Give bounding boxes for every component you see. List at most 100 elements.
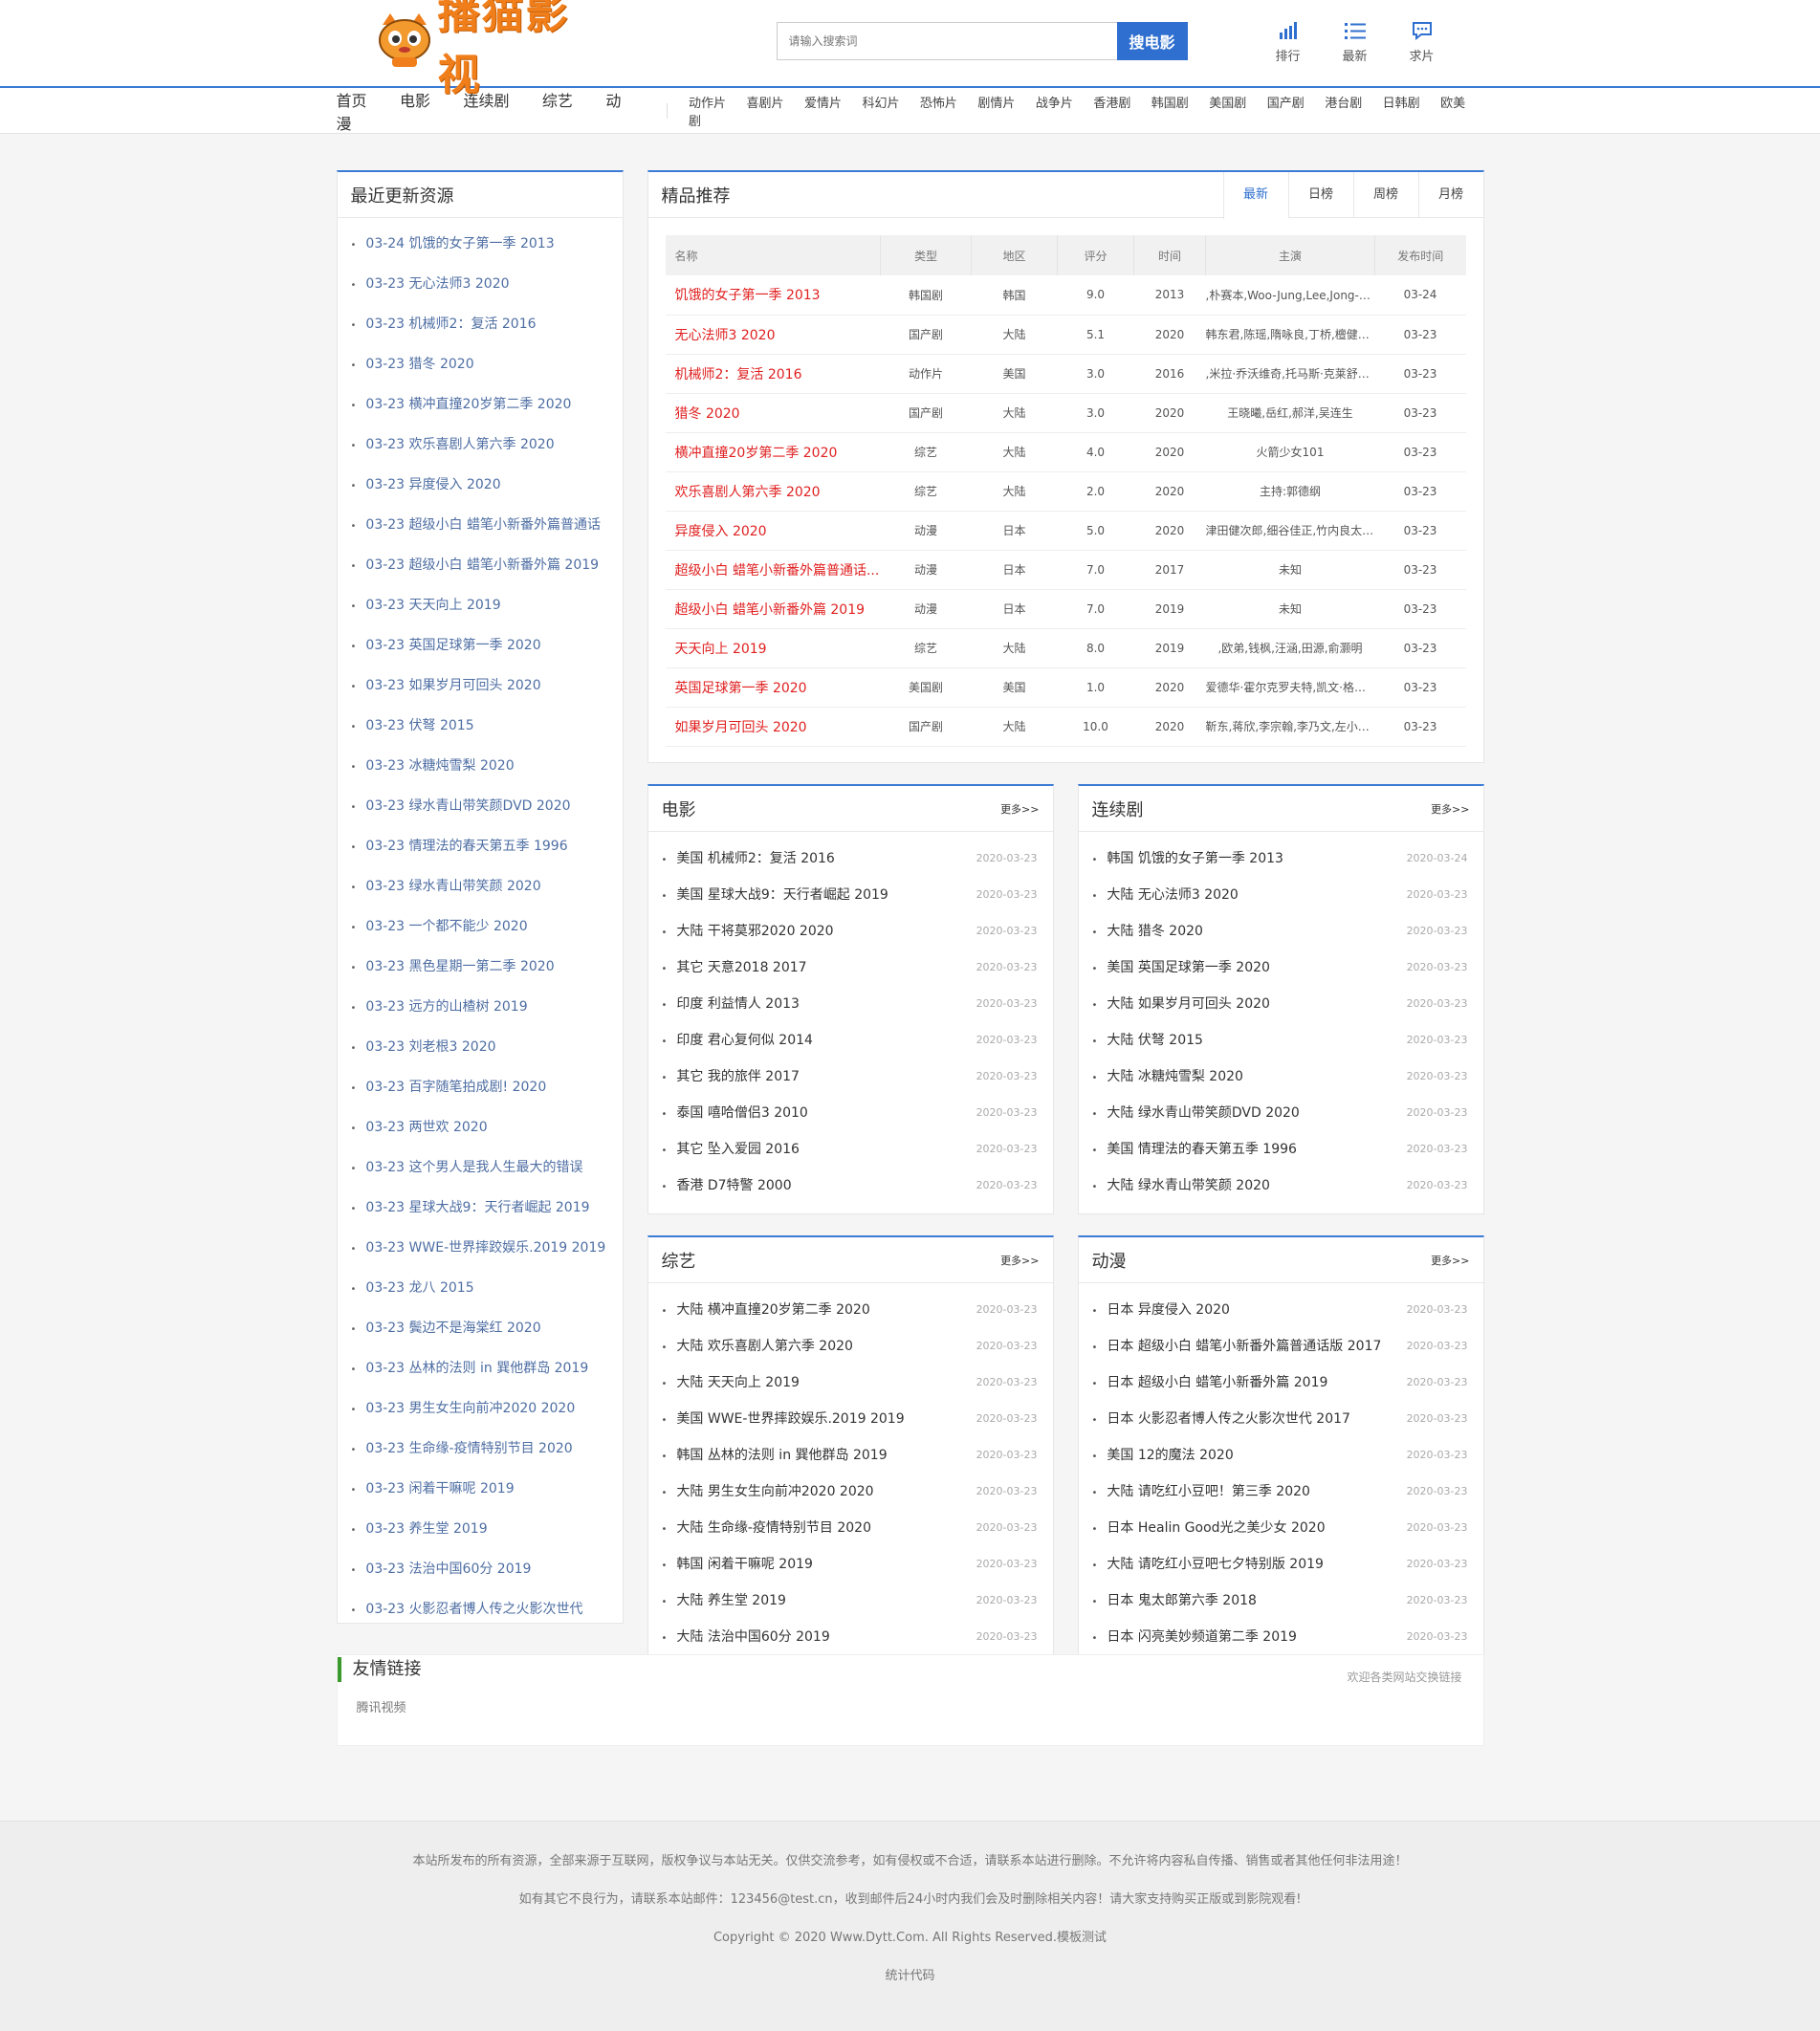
item-title[interactable]: 大陆 无心法师3 2020: [1092, 884, 1238, 904]
recent-item[interactable]: 03-23 绿水青山带笑颜DVD 2020: [351, 786, 623, 826]
list-item[interactable]: 日本 超级小白 蜡笔小新番外篇 2019 2020-03-23: [1092, 1364, 1467, 1400]
nav-cat[interactable]: 港台剧: [1325, 97, 1362, 111]
item-title[interactable]: 大陆 请吃红小豆吧七夕特别版 2019: [1092, 1554, 1324, 1573]
list-item[interactable]: 韩国 丛林的法则 in 巽他群岛 2019 2020-03-23: [662, 1436, 1037, 1473]
recent-item[interactable]: 03-23 欢乐喜剧人第六季 2020: [351, 425, 623, 465]
item-title[interactable]: 大陆 生命缘-疫情特别节目 2020: [662, 1518, 871, 1537]
list-item[interactable]: 泰国 嘻哈僧侣3 2010 2020-03-23: [662, 1094, 1037, 1130]
recent-item[interactable]: 03-23 情理法的春天第五季 1996: [351, 826, 623, 866]
recent-item[interactable]: 03-23 法治中国60分 2019: [351, 1549, 623, 1589]
list-item[interactable]: 其它 我的旅伴 2017 2020-03-23: [662, 1058, 1037, 1094]
item-title[interactable]: 日本 超级小白 蜡笔小新番外篇普通话版 2017: [1092, 1336, 1381, 1355]
item-title[interactable]: 大陆 猎冬 2020: [1092, 921, 1203, 940]
item-title[interactable]: 大陆 请吃红小豆吧！第三季 2020: [1092, 1481, 1310, 1500]
item-title[interactable]: 大陆 冰糖炖雪梨 2020: [1092, 1066, 1243, 1085]
item-title[interactable]: 日本 闪亮美妙频道第二季 2019: [1092, 1627, 1297, 1646]
recent-item[interactable]: 03-23 丛林的法则 in 巽他群岛 2019: [351, 1348, 623, 1388]
item-title[interactable]: 韩国 丛林的法则 in 巽他群岛 2019: [662, 1445, 887, 1464]
item-title[interactable]: 其它 天意2018 2017: [662, 957, 806, 976]
list-item[interactable]: 大陆 请吃红小豆吧！第三季 2020 2020-03-23: [1092, 1473, 1467, 1509]
list-item[interactable]: 印度 利益情人 2013 2020-03-23: [662, 985, 1037, 1021]
item-title[interactable]: 印度 利益情人 2013: [662, 994, 800, 1013]
list-item[interactable]: 美国 机械师2：复活 2016 2020-03-23: [662, 840, 1037, 876]
list-item[interactable]: 大陆 干将莫邪2020 2020 2020-03-23: [662, 912, 1037, 949]
recent-item[interactable]: 03-23 一个都不能少 2020: [351, 906, 623, 947]
item-title[interactable]: 美国 机械师2：复活 2016: [662, 848, 834, 867]
nav-cat[interactable]: 爱情片: [804, 97, 842, 111]
recent-item[interactable]: 03-24 饥饿的女子第一季 2013: [351, 224, 623, 264]
more-link[interactable]: 更多>>: [1431, 1253, 1469, 1268]
nav-home[interactable]: 首页: [337, 92, 367, 110]
table-row[interactable]: 如果岁月可回头 2020 国产剧 大陆 10.0 2020 靳东,蒋欣,李宗翰,李乃文,左…: [665, 707, 1466, 747]
list-item[interactable]: 日本 鬼太郎第六季 2018 2020-03-23: [1092, 1582, 1467, 1618]
recent-item[interactable]: 03-23 绿水青山带笑颜 2020: [351, 866, 623, 906]
item-title[interactable]: 大陆 法治中国60分 2019: [662, 1627, 829, 1646]
tab-monthly[interactable]: 月榜: [1417, 171, 1483, 218]
item-title[interactable]: 大陆 养生堂 2019: [662, 1590, 786, 1609]
recent-item[interactable]: 03-23 闲着干嘛呢 2019: [351, 1469, 623, 1509]
nav-cat[interactable]: 动作片: [689, 97, 726, 111]
nav-cat[interactable]: 恐怖片: [920, 97, 957, 111]
nav-cat[interactable]: 战争片: [1036, 97, 1073, 111]
title-cell[interactable]: 如果岁月可回头 2020: [665, 707, 881, 747]
item-title[interactable]: 大陆 欢乐喜剧人第六季 2020: [662, 1336, 853, 1355]
item-title[interactable]: 日本 超级小白 蜡笔小新番外篇 2019: [1092, 1372, 1327, 1391]
table-row[interactable]: 天天向上 2019 综艺 大陆 8.0 2019 ,欧弟,钱枫,汪涵,田源,俞灏明 03-2…: [665, 628, 1466, 668]
tab-daily[interactable]: 日榜: [1287, 171, 1353, 218]
site-logo[interactable]: 播猫影视: [375, 0, 604, 99]
recent-item[interactable]: 03-23 机械师2：复活 2016: [351, 304, 623, 344]
table-row[interactable]: 超级小白 蜡笔小新番外篇 2019 动漫 日本 7.0 2019 未知 03-23: [665, 589, 1466, 629]
list-item[interactable]: 美国 WWE-世界摔跤娱乐.2019 2019 2020-03-23: [662, 1400, 1037, 1436]
item-title[interactable]: 美国 12的魔法 2020: [1092, 1445, 1233, 1464]
nav-cat[interactable]: 科幻片: [862, 97, 899, 111]
list-item[interactable]: 大陆 绿水青山带笑颜DVD 2020 2020-03-23: [1092, 1094, 1467, 1130]
list-item[interactable]: 大陆 绿水青山带笑颜 2020 2020-03-23: [1092, 1167, 1467, 1203]
more-link[interactable]: 更多>>: [1431, 801, 1469, 817]
title-cell[interactable]: 英国足球第一季 2020: [665, 667, 881, 708]
recent-item[interactable]: 03-23 这个男人是我人生最大的错误: [351, 1147, 623, 1188]
title-cell[interactable]: 无心法师3 2020: [665, 315, 881, 355]
recent-item[interactable]: 03-23 刘老根3 2020: [351, 1027, 623, 1067]
list-item[interactable]: 大陆 无心法师3 2020 2020-03-23: [1092, 876, 1467, 912]
item-title[interactable]: 大陆 男生女生向前冲2020 2020: [662, 1481, 873, 1500]
table-row[interactable]: 超级小白 蜡笔小新番外篇普通话... 动漫 日本 7.0 2017 未知 03-23: [665, 550, 1466, 590]
title-cell[interactable]: 横冲直撞20岁第二季 2020: [665, 432, 881, 472]
title-cell[interactable]: 猎冬 2020: [665, 393, 881, 433]
nav-movie[interactable]: 电影: [400, 92, 430, 110]
item-title[interactable]: 大陆 绿水青山带笑颜DVD 2020: [1092, 1103, 1299, 1122]
list-item[interactable]: 大陆 法治中国60分 2019 2020-03-23: [662, 1618, 1037, 1654]
item-title[interactable]: 日本 鬼太郎第六季 2018: [1092, 1590, 1257, 1609]
tab-weekly[interactable]: 周榜: [1352, 171, 1418, 218]
recent-item[interactable]: 03-23 百字随笔拍成剧! 2020: [351, 1067, 623, 1107]
recent-item[interactable]: 03-23 超级小白 蜡笔小新番外篇 2019: [351, 545, 623, 585]
recent-item[interactable]: 03-23 男生女生向前冲2020 2020: [351, 1388, 623, 1429]
item-title[interactable]: 日本 Healin Good光之美少女 2020: [1092, 1518, 1325, 1537]
item-title[interactable]: 美国 WWE-世界摔跤娱乐.2019 2019: [662, 1409, 904, 1428]
item-title[interactable]: 美国 情理法的春天第五季 1996: [1092, 1139, 1297, 1158]
list-item[interactable]: 大陆 猎冬 2020 2020-03-23: [1092, 912, 1467, 949]
recent-item[interactable]: 03-23 WWE-世界摔跤娱乐.2019 2019: [351, 1228, 623, 1268]
nav-cat[interactable]: 喜剧片: [747, 97, 784, 111]
table-row[interactable]: 无心法师3 2020 国产剧 大陆 5.1 2020 韩东君,陈瑶,隋咏良,丁桥,檀健次.…: [665, 315, 1466, 355]
nav-cat[interactable]: 香港剧: [1093, 97, 1130, 111]
table-row[interactable]: 饥饿的女子第一季 2013 韩国剧 韩国 9.0 2013 ,朴赛本,Woo-Jung,L…: [665, 275, 1466, 316]
recent-item[interactable]: 03-23 火影忍者博人传之火影次世代: [351, 1589, 623, 1629]
item-title[interactable]: 大陆 横冲直撞20岁第二季 2020: [662, 1299, 869, 1319]
item-title[interactable]: 大陆 绿水青山带笑颜 2020: [1092, 1175, 1270, 1194]
recent-item[interactable]: 03-23 异度侵入 2020: [351, 465, 623, 505]
table-row[interactable]: 欢乐喜剧人第六季 2020 综艺 大陆 2.0 2020 主持:郭德纲 03-23: [665, 471, 1466, 512]
title-cell[interactable]: 超级小白 蜡笔小新番外篇 2019: [665, 589, 881, 629]
item-title[interactable]: 大陆 如果岁月可回头 2020: [1092, 994, 1270, 1013]
list-item[interactable]: 大陆 天天向上 2019 2020-03-23: [662, 1364, 1037, 1400]
item-title[interactable]: 印度 君心复何似 2014: [662, 1030, 813, 1049]
tab-latest[interactable]: 最新: [1222, 171, 1288, 219]
title-cell[interactable]: 欢乐喜剧人第六季 2020: [665, 471, 881, 512]
item-title[interactable]: 大陆 伏弩 2015: [1092, 1030, 1203, 1049]
recent-item[interactable]: 03-23 生命缘-疫情特别节目 2020: [351, 1429, 623, 1469]
recent-item[interactable]: 03-23 横冲直撞20岁第二季 2020: [351, 384, 623, 425]
title-cell[interactable]: 饥饿的女子第一季 2013: [665, 275, 881, 316]
item-title[interactable]: 美国 英国足球第一季 2020: [1092, 957, 1270, 976]
list-item[interactable]: 日本 Healin Good光之美少女 2020 2020-03-23: [1092, 1509, 1467, 1545]
item-title[interactable]: 日本 异度侵入 2020: [1092, 1299, 1230, 1319]
nav-series[interactable]: 连续剧: [463, 92, 509, 110]
